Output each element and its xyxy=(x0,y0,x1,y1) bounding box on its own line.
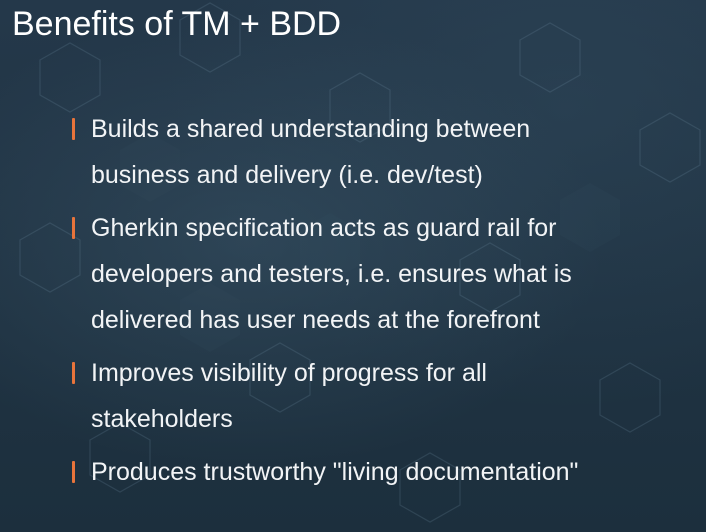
slide: Benefits of TM + BDD Builds a shared und… xyxy=(0,0,706,532)
bullet-bar-icon xyxy=(72,362,75,384)
bullet-line: stakeholders xyxy=(91,405,233,433)
bullet-line: Produces trustworthy "living documentati… xyxy=(91,458,579,486)
bullet-bar-icon xyxy=(72,461,75,483)
bullet-line: Builds a shared understanding between xyxy=(91,115,531,143)
bullet-list: Builds a shared understanding between bu… xyxy=(72,106,692,502)
bullet-item: Improves visibility of progress for all … xyxy=(72,350,692,442)
bullet-line: delivered has user needs at the forefron… xyxy=(91,306,540,334)
bullet-text: Produces trustworthy "living documentati… xyxy=(91,449,578,495)
bullet-text: Builds a shared understanding between bu… xyxy=(91,106,530,198)
bullet-text: Gherkin specification acts as guard rail… xyxy=(91,205,572,343)
slide-title: Benefits of TM + BDD xyxy=(12,5,342,43)
bullet-item: Gherkin specification acts as guard rail… xyxy=(72,205,692,343)
bullet-line: business and delivery (i.e. dev/test) xyxy=(91,161,483,189)
bullet-line: developers and testers, i.e. ensures wha… xyxy=(91,260,572,288)
bullet-item: Builds a shared understanding between bu… xyxy=(72,106,692,198)
bullet-bar-icon xyxy=(72,217,75,239)
bullet-bar-icon xyxy=(72,118,75,140)
bullet-line: Gherkin specification acts as guard rail… xyxy=(91,214,557,242)
bullet-item: Produces trustworthy "living documentati… xyxy=(72,449,692,495)
bullet-line: Improves visibility of progress for all xyxy=(91,359,487,387)
bullet-text: Improves visibility of progress for all … xyxy=(91,350,487,442)
